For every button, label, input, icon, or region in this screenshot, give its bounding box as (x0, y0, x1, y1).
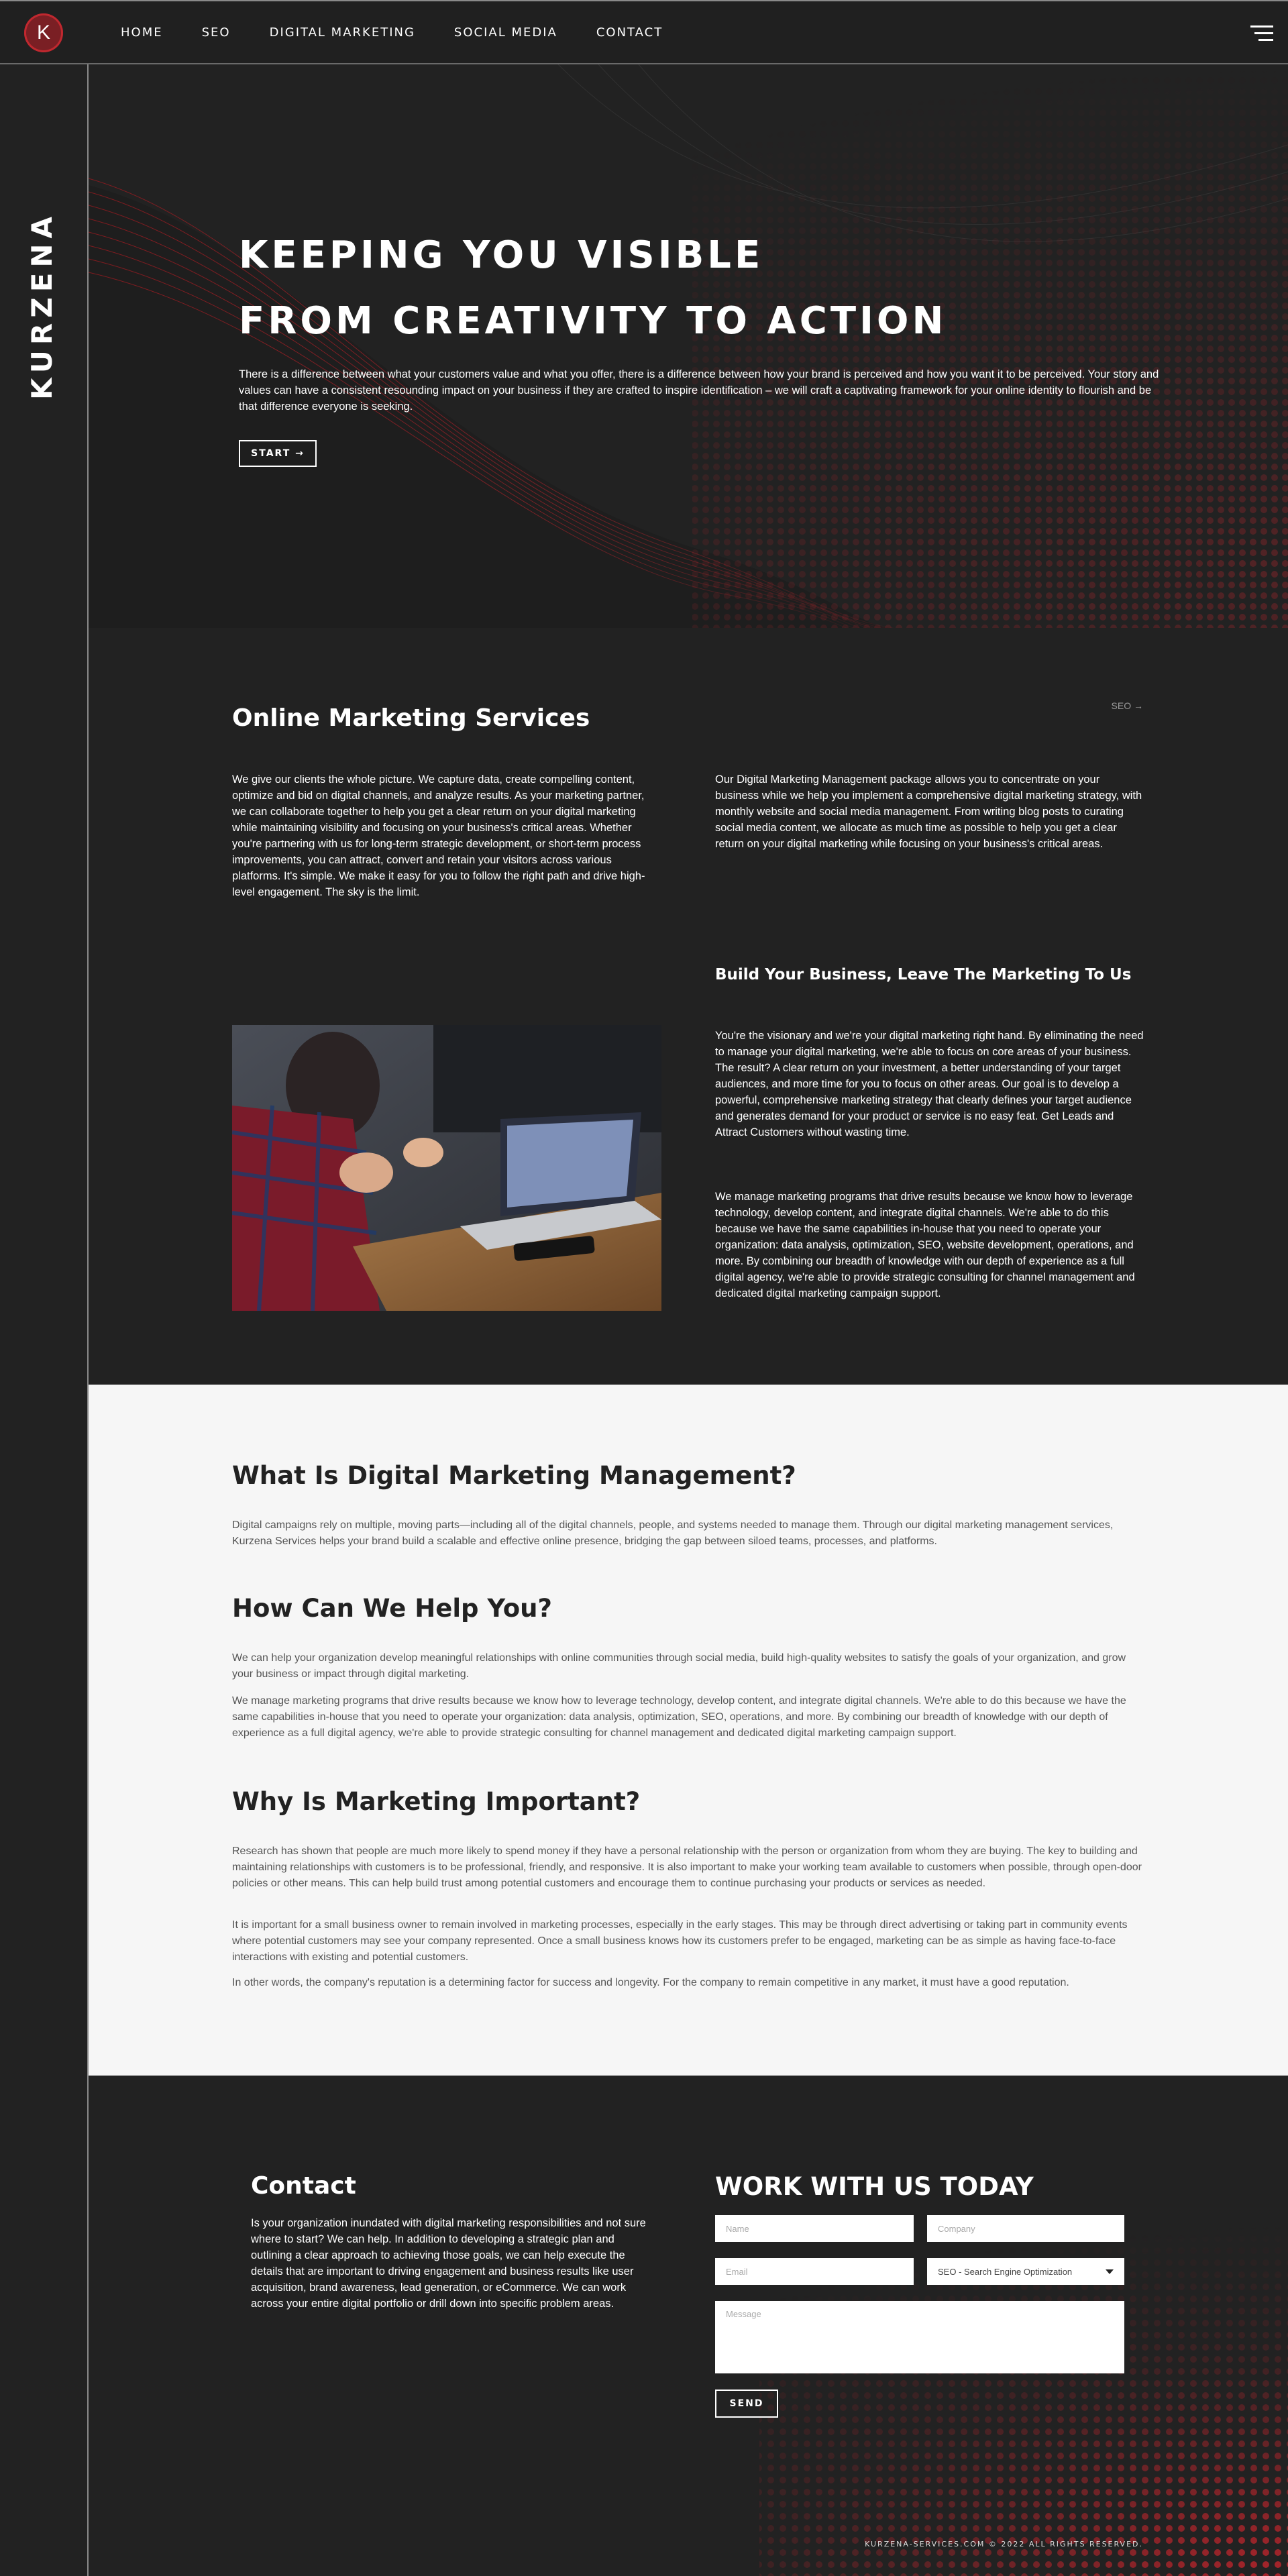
work-with-us-title: WORK WITH US TODAY (715, 2172, 1034, 2201)
brand-vertical-text: KURZENA (25, 211, 58, 400)
company-field[interactable] (927, 2215, 1124, 2242)
why-marketing-text-3: In other words, the company's reputation… (232, 1977, 1069, 1988)
start-button[interactable]: START → (239, 440, 317, 467)
nav-seo-link[interactable]: SEO (202, 25, 231, 40)
service-select[interactable]: SEO - Search Engine Optimization (927, 2258, 1124, 2285)
top-navigation-bar: K HOME SEO DIGITAL MARKETING SOCIAL MEDI… (0, 0, 1288, 64)
left-rail: KURZENA (0, 64, 89, 2576)
how-can-we-help-heading: How Can We Help You? (232, 1594, 552, 1623)
service-select-value: SEO - Search Engine Optimization (938, 2266, 1073, 2277)
chevron-down-icon (1106, 2269, 1114, 2274)
seo-link[interactable]: SEO → (1112, 700, 1143, 711)
copyright-text: KURZENA-SERVICES.COM © 2022 ALL RIGHTS R… (865, 2540, 1143, 2548)
message-field[interactable] (715, 2301, 1124, 2373)
build-business-subtitle: Build Your Business, Leave The Marketing… (715, 966, 1132, 983)
how-can-we-help-text-1: We can help your organization develop me… (232, 1652, 1126, 1680)
email-field[interactable] (715, 2258, 914, 2285)
logo-k-icon[interactable]: K (24, 13, 63, 52)
what-is-dmm-heading: What Is Digital Marketing Management? (232, 1461, 796, 1490)
online-marketing-services-section: Online Marketing Services SEO → We give … (89, 628, 1288, 1385)
services-right-text: Our Digital Marketing Management package… (715, 773, 1142, 850)
services-title: Online Marketing Services (232, 704, 590, 732)
hero-red-wave-background (89, 64, 1288, 628)
contact-title: Contact (251, 2172, 356, 2200)
contact-section: Contact Is your organization inundated w… (89, 2076, 1288, 2576)
team-meeting-photo (232, 1025, 661, 1311)
send-button[interactable]: SEND (715, 2390, 778, 2418)
contact-description: Is your organization inundated with digi… (251, 2217, 646, 2310)
why-marketing-text-2: It is important for a small business own… (232, 1919, 1128, 1963)
nav-contact-link[interactable]: CONTACT (596, 25, 663, 40)
hero-description: There is a difference between what your … (239, 368, 1159, 413)
build-business-paragraph-2: We manage marketing programs that drive … (715, 1191, 1135, 1299)
name-field[interactable] (715, 2215, 914, 2242)
how-can-we-help-text-2: We manage marketing programs that drive … (232, 1695, 1126, 1739)
main-nav: HOME SEO DIGITAL MARKETING SOCIAL MEDIA … (121, 1, 663, 63)
hero-section: KEEPING YOU VISIBLE FROM CREATIVITY TO A… (89, 64, 1288, 628)
why-marketing-heading: Why Is Marketing Important? (232, 1787, 641, 1816)
nav-digital-marketing-link[interactable]: DIGITAL MARKETING (270, 25, 415, 40)
hero-title-line-1: KEEPING YOU VISIBLE (239, 233, 764, 277)
nav-social-media-link[interactable]: SOCIAL MEDIA (454, 25, 557, 40)
build-business-paragraph-1: You're the visionary and we're your digi… (715, 1030, 1144, 1138)
what-is-dmm-text: Digital campaigns rely on multiple, movi… (232, 1519, 1114, 1547)
why-marketing-text-1: Research has shown that people are much … (232, 1845, 1142, 1889)
hamburger-menu-icon[interactable] (1250, 25, 1273, 42)
marketing-info-section: What Is Digital Marketing Management? Di… (89, 1385, 1288, 2076)
services-left-text: We give our clients the whole picture. W… (232, 773, 645, 898)
logo-letter: K (36, 21, 50, 44)
hero-title-line-2: FROM CREATIVITY TO ACTION (239, 299, 947, 343)
nav-home-link[interactable]: HOME (121, 25, 163, 40)
